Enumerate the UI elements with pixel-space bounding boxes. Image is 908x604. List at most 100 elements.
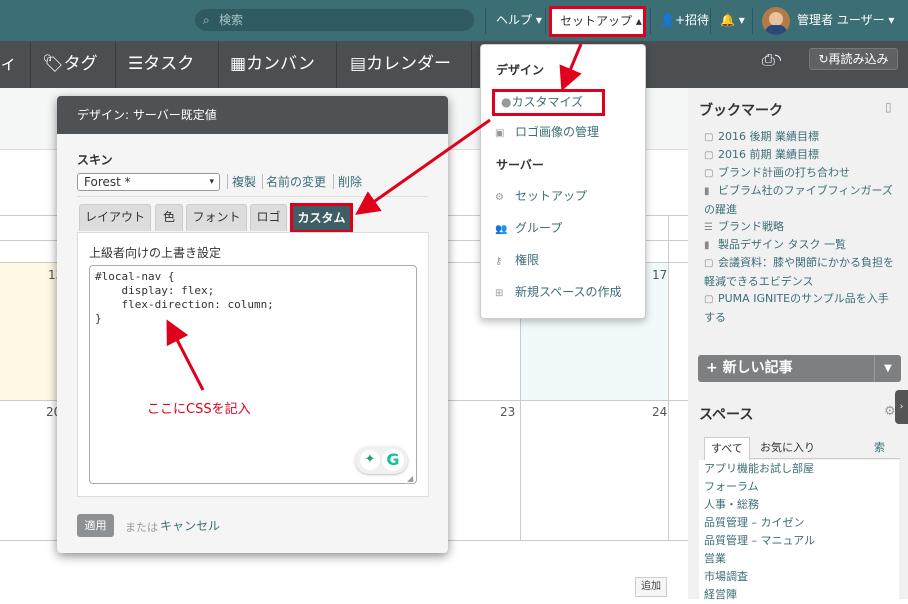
- bookmark-item[interactable]: ▢ 2016 後期 業績目標: [704, 128, 899, 147]
- resize-handle-icon[interactable]: ◢: [407, 474, 415, 483]
- skin-select[interactable]: Forest * ▾: [77, 173, 220, 191]
- setup-menu-button[interactable]: セットアップ ▴: [549, 6, 646, 37]
- day-number: 17: [652, 268, 668, 282]
- day-number: 23: [500, 405, 516, 419]
- divider: [115, 41, 116, 88]
- bookmark-item[interactable]: ▮ 製品デザイン タスク 一覧: [704, 236, 899, 255]
- annotation-label: ここにCSSを記入: [147, 402, 251, 417]
- tab-favorites[interactable]: お気に入り: [754, 437, 821, 459]
- bookmark-item[interactable]: ☰ ブランド戦略: [704, 218, 899, 237]
- space-item[interactable]: 営業: [699, 550, 899, 568]
- apply-button[interactable]: 適用: [77, 514, 114, 537]
- document-icon: ▢: [704, 258, 714, 269]
- bookmark-item[interactable]: ▢ 会議資料：膝や関節にかかる負担を軽減できるエビデンス: [704, 254, 899, 291]
- spaces-title: スペース: [699, 407, 754, 423]
- bookmark-icon: ▮: [704, 186, 710, 197]
- menu-item-new-space[interactable]: ⊞ 新規スペースの作成: [495, 283, 622, 303]
- bookmark-item[interactable]: ▢ ブランド計画の打ち合わせ: [704, 164, 899, 183]
- menu-item-customize[interactable]: ●カスタマイズ: [492, 89, 605, 116]
- divider: [752, 8, 753, 34]
- menu-item-logo[interactable]: ▣ ロゴ画像の管理: [495, 123, 599, 143]
- space-item[interactable]: 市場調査: [699, 568, 899, 586]
- dialog-title: デザイン: サーバー既定値: [57, 96, 448, 134]
- print-icon[interactable]: ⎙: [762, 50, 775, 69]
- duplicate-link[interactable]: 複製: [232, 173, 256, 191]
- menu-item-permissions[interactable]: ⚷ 権限: [495, 251, 539, 271]
- skin-label: スキン: [77, 153, 113, 167]
- gear-icon[interactable]: ⚙: [884, 404, 896, 419]
- nav-item-kanban[interactable]: ▦カンバン: [230, 41, 315, 88]
- avatar[interactable]: [762, 7, 790, 35]
- nav-item-tasks[interactable]: ☰タスク: [128, 41, 194, 88]
- lightbulb-icon: ✦: [360, 450, 380, 470]
- space-item[interactable]: アプリ機能お試し部屋: [699, 460, 899, 478]
- calendar-icon: ▢: [704, 132, 714, 143]
- add-user-icon: 👤+: [660, 13, 685, 27]
- design-dialog: デザイン: サーバー既定値 スキン Forest * ▾ 複製 名前の変更 削除 …: [57, 96, 448, 553]
- rename-link[interactable]: 名前の変更: [266, 173, 326, 191]
- invite-button[interactable]: 👤+招待: [660, 0, 709, 41]
- grammarly-icon: G: [382, 449, 404, 471]
- search-input[interactable]: ⌕ 検索: [195, 9, 474, 31]
- day-number: 24: [652, 405, 668, 419]
- chevron-down-icon[interactable]: ▼: [874, 355, 901, 382]
- tab-font[interactable]: フォント: [186, 204, 247, 231]
- chevron-down-icon: ▾: [209, 177, 214, 187]
- space-item[interactable]: 品質管理 – カイゼン: [699, 514, 899, 532]
- kanban-icon: ▦: [230, 54, 247, 74]
- space-item[interactable]: 経営陣: [699, 586, 899, 604]
- bell-icon: 🔔: [720, 13, 735, 27]
- chevron-right-icon[interactable]: ›: [895, 390, 908, 424]
- tab-logo[interactable]: ロゴ: [250, 204, 287, 231]
- new-post-button[interactable]: + 新しい記事 ▼: [698, 355, 901, 382]
- search-icon: ⌕: [203, 13, 210, 27]
- space-item[interactable]: 人事・総務: [699, 496, 899, 514]
- key-icon: ⚷: [495, 256, 503, 267]
- divider: [333, 174, 334, 189]
- space-item[interactable]: フォーラム: [699, 478, 899, 496]
- tab-custom[interactable]: カスタム: [290, 203, 353, 233]
- reload-button[interactable]: ↻再読み込み: [809, 48, 898, 70]
- setup-dropdown: デザイン ●カスタマイズ ▣ ロゴ画像の管理 サーバー ⚙ セットアップ 👥 グループ…: [480, 44, 646, 319]
- divider: [77, 196, 428, 197]
- divider: [262, 174, 263, 189]
- delete-link[interactable]: 削除: [338, 173, 362, 191]
- users-icon: 👥: [495, 224, 508, 235]
- notifications-button[interactable]: 🔔 ▾: [720, 0, 745, 41]
- spaces-list: アプリ機能お試し部屋 フォーラム 人事・総務 品質管理 – カイゼン 品質管理 …: [699, 460, 899, 601]
- space-item[interactable]: 品質管理 – マニュアル: [699, 532, 899, 550]
- bookmark-icon[interactable]: ▯: [885, 100, 892, 114]
- divider: [336, 41, 337, 88]
- bookmark-item[interactable]: ▮ ビブラム社のファイブフィンガーズの躍進: [704, 182, 899, 219]
- override-label: 上級者向けの上書き設定: [89, 246, 222, 260]
- calendar-icon: ▢: [704, 150, 714, 161]
- or-text: または: [125, 521, 158, 534]
- divider: [485, 8, 486, 34]
- spaces-tabs: すべて お気に入り 索引: [704, 437, 900, 476]
- rss-icon[interactable]: ◝: [775, 50, 781, 69]
- gears-icon: ⚙: [495, 192, 504, 203]
- add-button[interactable]: 追加: [635, 577, 667, 597]
- calendar-icon: ▢: [704, 168, 714, 179]
- user-menu[interactable]: 管理者 ユーザー ▾: [797, 0, 894, 41]
- divider: [650, 8, 651, 34]
- tab-color[interactable]: 色: [155, 204, 183, 231]
- print-rss-icons[interactable]: ⎙◝: [762, 50, 781, 70]
- nav-item-tags[interactable]: 🏷タグ: [42, 41, 98, 88]
- bookmark-item[interactable]: ▢ PUMA IGNITEのサンプル品を入手する: [704, 290, 899, 327]
- menu-item-setup[interactable]: ⚙ セットアップ: [495, 187, 587, 207]
- grammarly-widget[interactable]: ✦ G: [355, 446, 408, 474]
- refresh-icon: ↻: [818, 52, 829, 66]
- calendar-icon: ▤: [350, 54, 367, 74]
- bookmark-item[interactable]: ▢ 2016 前期 業績目標: [704, 146, 899, 165]
- help-menu[interactable]: ヘルプ ▾: [496, 0, 542, 41]
- divider: [227, 174, 228, 189]
- tab-layout[interactable]: レイアウト: [79, 204, 151, 231]
- menu-item-groups[interactable]: 👥 グループ: [495, 219, 562, 239]
- sitemap-icon: ⊞: [495, 288, 504, 299]
- nav-item-calendar[interactable]: ▤カレンダー: [350, 41, 451, 88]
- grid-line: [668, 215, 669, 540]
- cancel-link[interactable]: キャンセル: [160, 517, 220, 534]
- nav-item-partial[interactable]: ィ: [0, 41, 17, 88]
- tab-all[interactable]: すべて: [704, 437, 750, 460]
